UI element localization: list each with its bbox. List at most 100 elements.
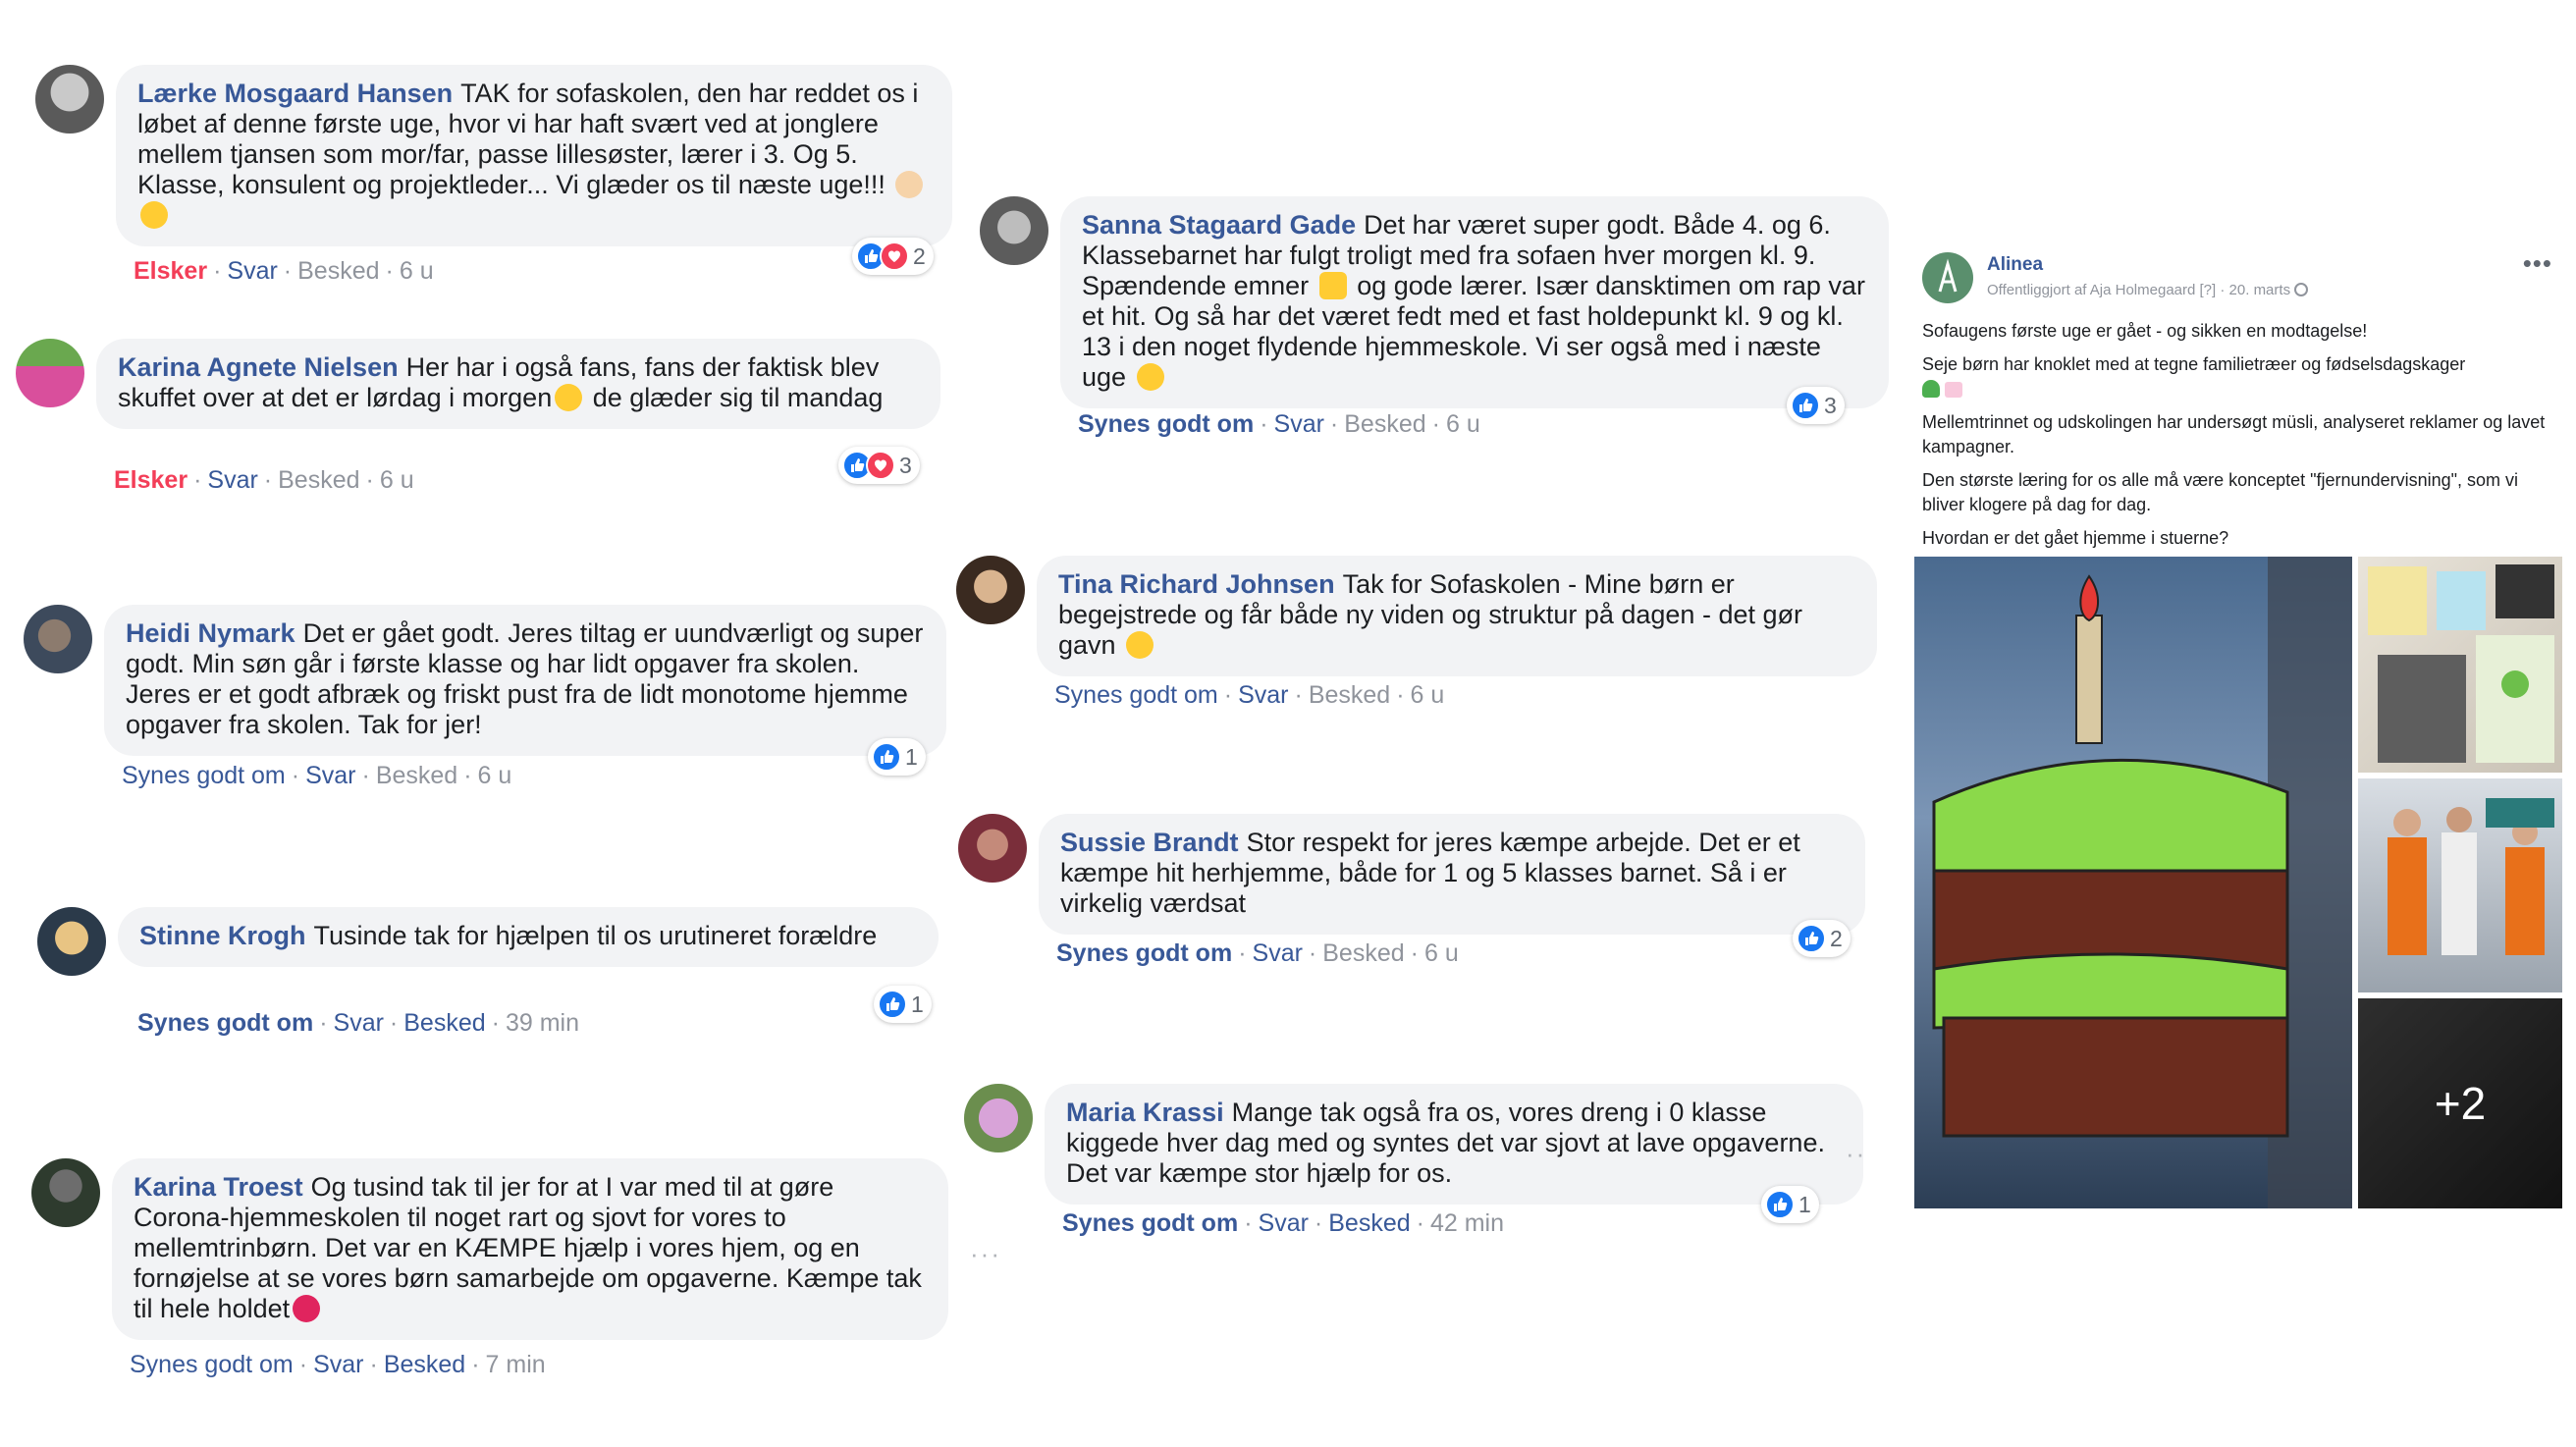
- comment-bubble: Tina Richard Johnsen Tak for Sofaskolen -…: [1037, 556, 1877, 676]
- comment-bubble: Sussie Brandt Stor respekt for jeres kæmp…: [1039, 814, 1865, 935]
- reaction-count-badge[interactable]: 1: [1761, 1186, 1819, 1223]
- avatar[interactable]: [980, 196, 1048, 265]
- like-link[interactable]: Synes godt om: [1078, 410, 1254, 438]
- message-link[interactable]: Besked: [1322, 939, 1404, 967]
- reply-link[interactable]: Svar: [1274, 410, 1324, 438]
- comment-bubble: Sanna Stagaard Gade Det har været super g…: [1060, 196, 1889, 408]
- comment-time[interactable]: 6 u: [478, 762, 512, 789]
- comment-time[interactable]: 42 min: [1430, 1209, 1504, 1237]
- heart-reaction-icon: [880, 241, 909, 271]
- love-reaction-link[interactable]: Elsker: [114, 466, 188, 494]
- like-link[interactable]: Synes godt om: [122, 762, 286, 789]
- comment-actions: Synes godt om · Svar · Besked · 6 u: [122, 762, 512, 789]
- cake-drawing-photo[interactable]: [1914, 557, 2352, 1208]
- message-link[interactable]: Besked: [278, 466, 359, 494]
- avatar[interactable]: [958, 814, 1027, 883]
- comment-time[interactable]: 6 u: [1424, 939, 1459, 967]
- comment-author[interactable]: Heidi Nymark: [126, 618, 295, 648]
- comment-author[interactable]: Maria Krassi: [1066, 1098, 1224, 1127]
- comment-author[interactable]: Karina Agnete Nielsen: [118, 352, 399, 382]
- message-link[interactable]: Besked: [1309, 681, 1390, 709]
- like-link[interactable]: Synes godt om: [130, 1351, 294, 1378]
- publisher-text[interactable]: Offentliggjort af Aja Holmegaard: [1987, 282, 2195, 298]
- comment-time[interactable]: 39 min: [506, 1009, 579, 1037]
- like-link[interactable]: Synes godt om: [1062, 1209, 1238, 1237]
- people-in-studio-photo[interactable]: [2358, 778, 2562, 992]
- reaction-count-badge[interactable]: 3: [1787, 387, 1845, 424]
- extra-photos-count[interactable]: +2: [2358, 998, 2562, 1208]
- clapping-hands-emoji-icon: [895, 171, 924, 198]
- message-link[interactable]: Besked: [384, 1351, 465, 1378]
- message-link[interactable]: Besked: [1328, 1209, 1410, 1237]
- help-marker[interactable]: [?]: [2200, 282, 2217, 298]
- like-link[interactable]: Synes godt om: [1054, 681, 1218, 709]
- post-meta: Offentliggjort af Aja Holmegaard [?] · 2…: [1987, 282, 2309, 298]
- comment-time[interactable]: 6 u: [1446, 410, 1480, 438]
- comment-author[interactable]: Sanna Stagaard Gade: [1082, 210, 1356, 240]
- comment-actions: Elsker · Svar · Besked · 6 u: [134, 257, 434, 285]
- reply-link[interactable]: Svar: [227, 257, 277, 285]
- extra-photos-tile[interactable]: +2: [2358, 998, 2562, 1208]
- comment-author[interactable]: Stinne Krogh: [139, 921, 306, 950]
- comment-text-continued: de glæder sig til mandag: [592, 383, 884, 412]
- avatar[interactable]: [964, 1084, 1033, 1152]
- comment-time[interactable]: 6 u: [380, 466, 414, 494]
- more-options-icon[interactable]: ···: [970, 1239, 1001, 1269]
- meta-separator: ·: [2220, 282, 2226, 298]
- reaction-count-badge[interactable]: 2: [1793, 920, 1851, 957]
- message-link[interactable]: Besked: [403, 1009, 485, 1037]
- reaction-count: 1: [911, 991, 924, 1017]
- reaction-count-badge[interactable]: 1: [868, 738, 926, 776]
- avatar[interactable]: [956, 556, 1025, 624]
- message-link[interactable]: Besked: [297, 257, 379, 285]
- reply-link[interactable]: Svar: [334, 1009, 384, 1037]
- message-link[interactable]: Besked: [1344, 410, 1425, 438]
- message-link[interactable]: Besked: [376, 762, 457, 789]
- alinea-logo[interactable]: [1922, 252, 1973, 303]
- reply-link[interactable]: Svar: [207, 466, 257, 494]
- reply-link[interactable]: Svar: [1253, 939, 1303, 967]
- thumbs-up-emoji-icon: [1318, 272, 1347, 299]
- comment-time[interactable]: 6 u: [1411, 681, 1445, 709]
- comment-author[interactable]: Karina Troest: [134, 1172, 303, 1202]
- reaction-count-badge[interactable]: 2: [852, 238, 934, 275]
- comment-author[interactable]: Lærke Mosgaard Hansen: [137, 79, 453, 108]
- comment-time[interactable]: 6 u: [400, 257, 434, 285]
- comment-author[interactable]: Tina Richard Johnsen: [1058, 569, 1335, 599]
- comment-author[interactable]: Sussie Brandt: [1060, 828, 1239, 857]
- reply-link[interactable]: Svar: [305, 762, 355, 789]
- love-reaction-link[interactable]: Elsker: [134, 257, 207, 285]
- reaction-count: 2: [1830, 925, 1843, 951]
- like-reaction-icon: [1765, 1190, 1795, 1219]
- comment-actions: Synes godt om · Svar · Besked · 7 min: [130, 1351, 546, 1378]
- like-link[interactable]: Synes godt om: [137, 1009, 313, 1037]
- avatar[interactable]: [16, 339, 84, 407]
- avatar[interactable]: [31, 1158, 100, 1227]
- like-reaction-icon: [872, 742, 901, 772]
- avatar[interactable]: [37, 907, 106, 976]
- kids-drawings-photo[interactable]: [2358, 557, 2562, 773]
- reaction-count-badge[interactable]: 3: [838, 447, 920, 484]
- comment-time[interactable]: 7 min: [486, 1351, 546, 1378]
- reaction-count-badge[interactable]: 1: [874, 986, 932, 1023]
- post-paragraph-text: Seje børn har knoklet med at tegne famil…: [1922, 354, 2466, 374]
- reaction-count: 1: [905, 743, 918, 770]
- avatar[interactable]: [35, 65, 104, 134]
- page-name[interactable]: Alinea: [1987, 254, 2043, 276]
- post-paragraph: Seje børn har knoklet med at tegne famil…: [1922, 352, 2550, 402]
- more-options-icon[interactable]: ··: [1846, 1139, 1866, 1169]
- reaction-count: 3: [899, 452, 912, 478]
- avatar[interactable]: [24, 605, 92, 673]
- post-paragraph: Hvordan er det gået hjemme i stuerne?: [1922, 528, 2229, 548]
- comment-bubble: Stinne Krogh Tusinde tak for hjælpen til …: [118, 907, 939, 967]
- reply-link[interactable]: Svar: [1238, 681, 1288, 709]
- more-options-icon[interactable]: •••: [2523, 248, 2552, 279]
- reply-link[interactable]: Svar: [313, 1351, 363, 1378]
- post-date[interactable]: 20. marts: [2229, 282, 2291, 298]
- grinning-face-emoji-icon: [1126, 631, 1154, 659]
- comment-bubble: Maria Krassi Mange tak også fra os, vores…: [1045, 1084, 1863, 1205]
- like-link[interactable]: Synes godt om: [1056, 939, 1232, 967]
- star-struck-emoji-icon: [140, 201, 168, 229]
- smiling-face-emoji-icon: [1136, 363, 1164, 391]
- reply-link[interactable]: Svar: [1259, 1209, 1309, 1237]
